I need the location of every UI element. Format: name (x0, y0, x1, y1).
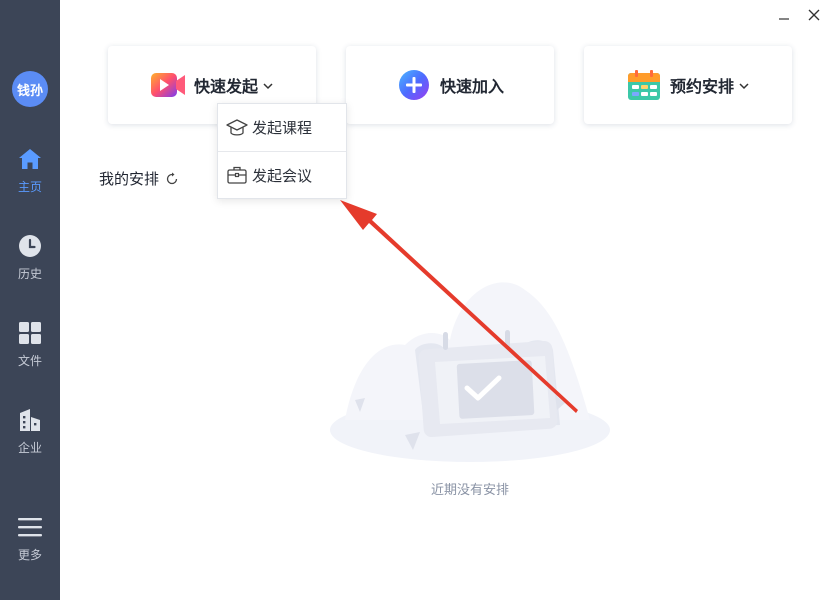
dropdown-item-start-meeting[interactable]: 发起会议 (218, 151, 346, 198)
quick-join-button[interactable]: 快速加入 (346, 46, 554, 124)
play-video-icon (150, 73, 185, 97)
empty-calendar-illustration (330, 282, 610, 462)
sidebar-item-label: 历史 (17, 267, 42, 281)
sidebar-item-label: 主页 (17, 180, 42, 194)
grid-icon (19, 322, 41, 344)
minimize-button[interactable] (775, 6, 793, 24)
refresh-icon[interactable] (165, 172, 179, 186)
sidebar-item-label: 企业 (17, 441, 42, 455)
sidebar-item-more[interactable]: 更多 (0, 514, 60, 570)
building-icon (20, 409, 40, 431)
briefcase-icon (227, 166, 247, 184)
sidebar-item-label: 更多 (17, 548, 42, 562)
avatar[interactable]: 钱孙 (12, 71, 48, 107)
minimize-icon (779, 18, 789, 20)
sidebar: 钱孙 主页 历史 文件 企业 更多 (0, 0, 60, 600)
chevron-down-icon (739, 83, 749, 90)
sidebar-item-label: 文件 (17, 354, 42, 368)
dropdown-item-label: 发起课程 (252, 119, 313, 137)
dropdown-item-start-course[interactable]: 发起课程 (218, 104, 346, 151)
dropdown-item-label: 发起会议 (252, 166, 313, 185)
menu-icon (18, 518, 42, 537)
sidebar-item-history[interactable]: 历史 (0, 233, 60, 289)
section-title: 我的安排 (99, 170, 160, 188)
calendar-icon (627, 70, 660, 100)
quick-start-label: 快速发起 (193, 77, 258, 96)
quick-start-dropdown: 发起课程 发起会议 (217, 103, 347, 199)
schedule-button[interactable]: 预约安排 (584, 46, 792, 124)
close-icon (808, 9, 820, 21)
sidebar-item-home[interactable]: 主页 (0, 146, 60, 202)
empty-state-text: 近期没有安排 (430, 483, 509, 498)
clock-icon (19, 235, 41, 257)
quick-join-label: 快速加入 (439, 77, 504, 96)
home-icon (19, 149, 41, 169)
sidebar-item-company[interactable]: 企业 (0, 407, 60, 463)
close-button[interactable] (805, 6, 823, 24)
sidebar-item-files[interactable]: 文件 (0, 320, 60, 376)
graduation-cap-icon (226, 118, 248, 136)
plus-circle-icon (398, 70, 429, 100)
schedule-label: 预约安排 (669, 77, 734, 96)
my-schedule-header: 我的安排 (99, 168, 179, 189)
chevron-down-icon (263, 83, 273, 90)
